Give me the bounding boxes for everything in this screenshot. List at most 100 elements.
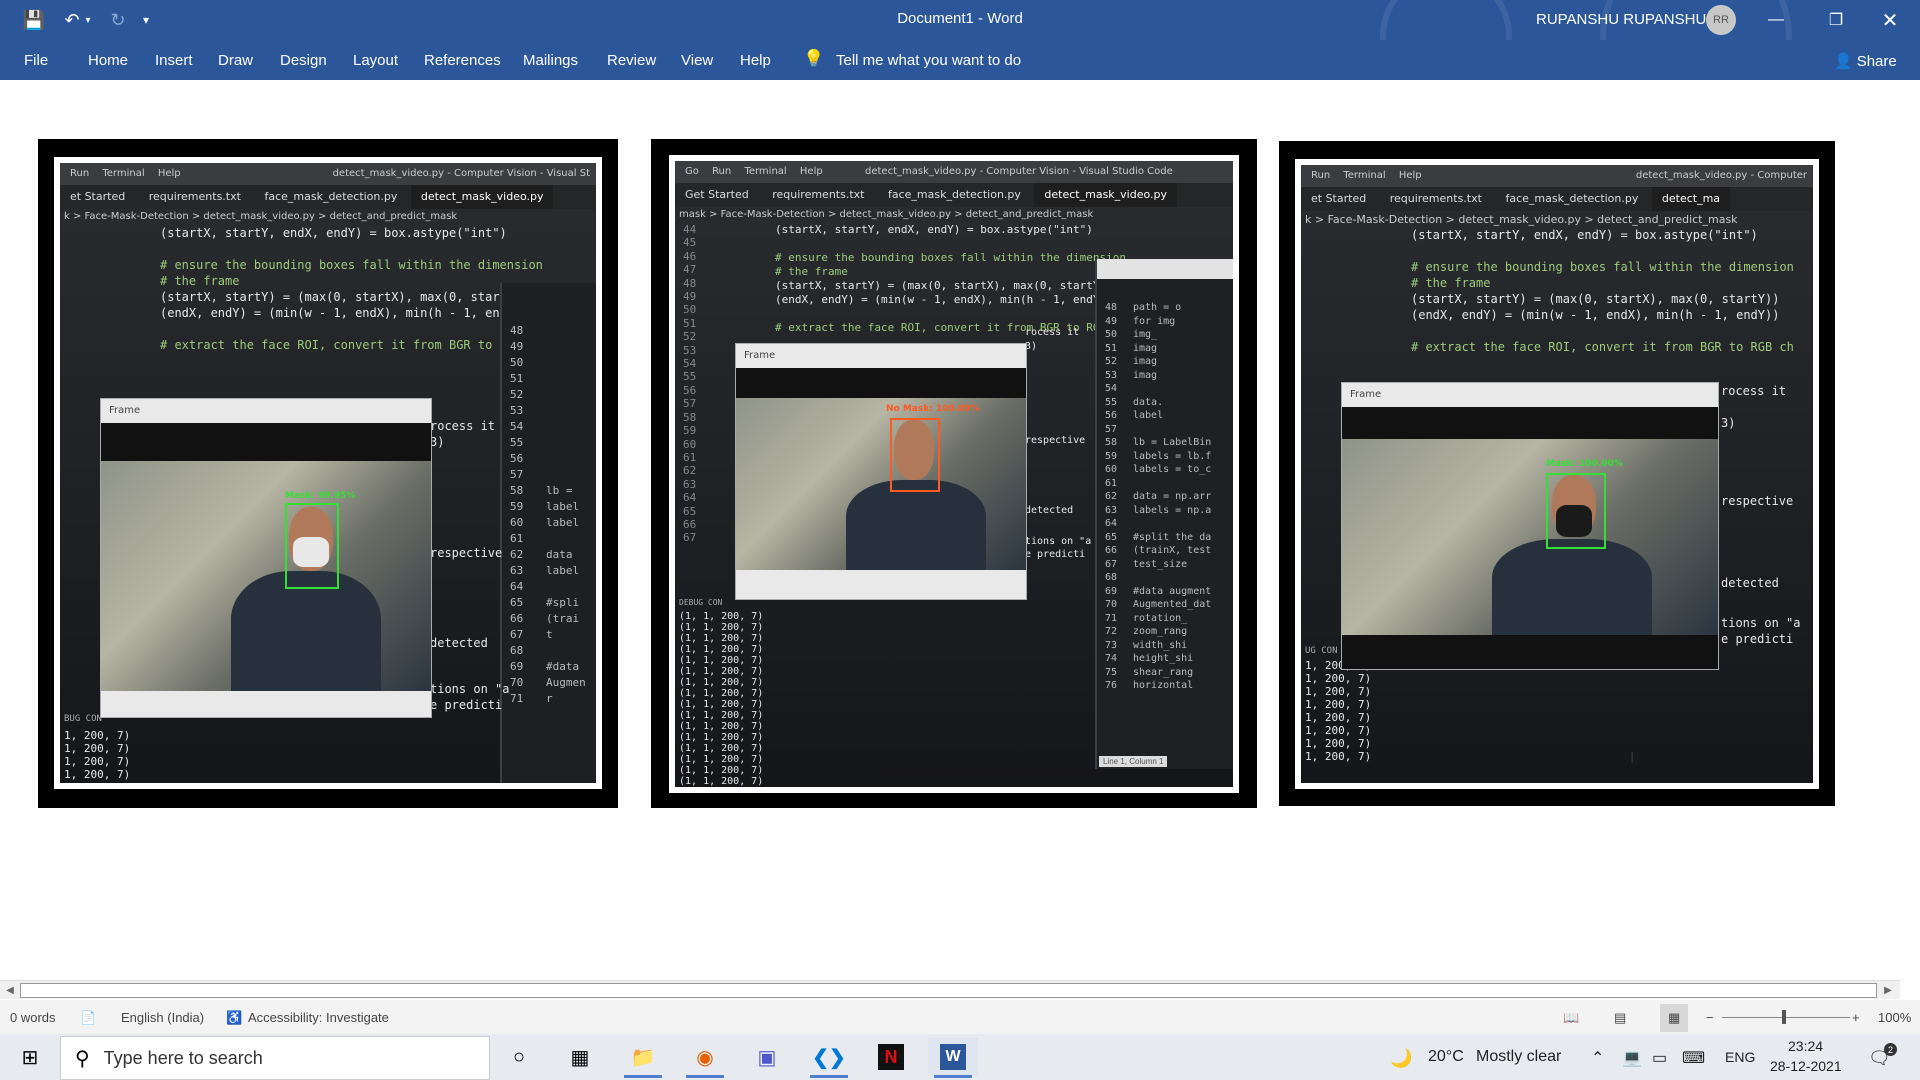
weather-condition[interactable]: Mostly clear xyxy=(1476,1048,1561,1066)
editor-tab: et Started xyxy=(70,190,126,203)
debug-console-label: UG CON xyxy=(1305,646,1338,656)
netflix-icon[interactable]: N xyxy=(866,1038,916,1076)
windows-taskbar: ⊞ ⚲ Type here to search ○ ▦ 📁 ◉ ▣ ❮❯ N W… xyxy=(0,1034,1920,1080)
language-indicator[interactable]: English (India) xyxy=(121,1010,204,1025)
clock-date[interactable]: 28-12-2021 xyxy=(1770,1058,1842,1074)
input-language[interactable]: ENG xyxy=(1725,1049,1755,1065)
word-count[interactable]: 0 words xyxy=(10,1010,56,1025)
file-explorer-icon[interactable]: 📁 xyxy=(618,1038,668,1078)
network-icon[interactable]: 💻 xyxy=(1622,1048,1642,1068)
editor-tab-active: detect_ma xyxy=(1651,187,1731,211)
text-cursor-icon: I xyxy=(1630,750,1635,767)
code-snippets: respective xyxy=(430,546,503,560)
document-canvas[interactable]: Run Terminal Help detect_mask_video.py -… xyxy=(0,80,1920,980)
debug-console-output: (1, 1, 200, 7) (1, 1, 200, 7) (1, 1, 200, … xyxy=(679,611,764,787)
tab-draw[interactable]: Draw xyxy=(218,52,253,69)
debug-console-output: 1, 200, 7) 1, 200, 7) 1, 200, 7) 1, 200, 7)… xyxy=(1305,659,1372,763)
accessibility-icon[interactable]: ♿ xyxy=(226,1010,242,1026)
opencv-frame-window: Frame No Mask: 100.00% xyxy=(735,343,1027,600)
tab-help[interactable]: Help xyxy=(740,52,771,69)
keyboard-icon[interactable]: ⌨ xyxy=(1682,1048,1705,1068)
horizontal-scrollbar[interactable]: ◀ ▶ xyxy=(0,980,1900,999)
vscode-screenshot: Run Terminal Help detect_mask_video.py -… xyxy=(60,163,596,783)
editor-tab: requirements.txt xyxy=(772,188,865,201)
tab-view[interactable]: View xyxy=(681,52,713,69)
redo-icon[interactable]: ↻ xyxy=(102,0,134,40)
vscode-icon[interactable]: ❮❯ xyxy=(804,1038,854,1078)
scrollbar-thumb[interactable] xyxy=(20,983,1877,998)
vscode-window-title: detect_mask_video.py - Computer Vision -… xyxy=(865,166,1173,177)
undo-dropdown-icon[interactable]: ▾ xyxy=(80,0,96,40)
taskbar-search[interactable]: ⚲ Type here to search xyxy=(60,1036,490,1080)
windows-start-icon[interactable]: ⊞ xyxy=(5,1038,55,1076)
inserted-photo-2[interactable]: Go Run Terminal Help detect_mask_video.p… xyxy=(651,139,1257,808)
search-icon: ⚲ xyxy=(75,1047,90,1070)
accessibility-status[interactable]: Accessibility: Investigate xyxy=(248,1010,389,1025)
tab-layout[interactable]: Layout xyxy=(353,52,398,69)
print-layout-icon[interactable]: ▤ xyxy=(1614,1010,1626,1026)
scroll-left-icon[interactable]: ◀ xyxy=(2,982,18,998)
zoom-slider-track[interactable] xyxy=(1722,1017,1850,1018)
tab-file[interactable]: File xyxy=(24,52,48,69)
customize-quick-access-icon[interactable]: ▾ xyxy=(138,0,154,40)
frame-black-band xyxy=(101,423,431,461)
zoom-level[interactable]: 100% xyxy=(1878,1010,1911,1025)
editor-tab-active: detect_mask_video.py xyxy=(410,185,554,209)
side-editor: 48 49 50 51 52 53 54 55 56 57 58 59 60 6… xyxy=(500,283,596,783)
weather-temperature[interactable]: 20°C xyxy=(1428,1048,1464,1066)
firefox-icon[interactable]: ◉ xyxy=(680,1038,730,1078)
task-view-icon[interactable]: ▦ xyxy=(555,1038,605,1076)
menu-run: Run xyxy=(70,168,90,179)
tab-insert[interactable]: Insert xyxy=(155,52,193,69)
menu-help: Help xyxy=(1398,170,1422,181)
ribbon-tabs: File Home Insert Draw Design Layout Refe… xyxy=(0,40,1920,80)
tell-me-search[interactable]: Tell me what you want to do xyxy=(836,52,1021,69)
tab-review[interactable]: Review xyxy=(607,52,656,69)
teams-icon[interactable]: ▣ xyxy=(742,1038,792,1076)
code-snippets: rocess it​3) xyxy=(1721,384,1787,430)
zoom-in-icon[interactable]: + xyxy=(1852,1010,1860,1025)
show-hidden-icons[interactable]: ⌃ xyxy=(1591,1048,1604,1068)
person-body xyxy=(846,480,986,570)
code-block: (startX, startY, endX, endY) = box.astyp… xyxy=(775,223,1126,334)
zoom-out-icon[interactable]: − xyxy=(1706,1010,1714,1025)
inserted-photo-3[interactable]: Run Terminal Help detect_mask_video.py -… xyxy=(1279,141,1835,806)
code-snippets: rocess it 3) xyxy=(1025,327,1080,352)
opencv-frame-window: Frame Mask: 100.00% xyxy=(1341,382,1719,670)
save-icon[interactable]: 💾 xyxy=(18,0,50,40)
restore-icon[interactable]: ❐ xyxy=(1806,0,1866,40)
title-bar: 💾 ↶ ▾ ↻ ▾ Document1 - Word RUPANSHU RUPA… xyxy=(0,0,1920,132)
proofing-icon[interactable]: 📄 xyxy=(80,1010,96,1026)
minimize-icon[interactable]: — xyxy=(1746,0,1806,40)
word-taskbar-icon[interactable]: W xyxy=(928,1038,978,1078)
line-numbers: 44 45 46 47 48 49 50 51 52 53 54 55 56 57 58 59 60 61 62 63… xyxy=(683,223,697,545)
weather-moon-icon[interactable]: 🌙 xyxy=(1390,1048,1412,1069)
webcam-feed: Mask: 100.00% xyxy=(1342,439,1718,635)
scroll-right-icon[interactable]: ▶ xyxy=(1880,982,1896,998)
detection-label: Mask: 99.95% xyxy=(285,491,356,501)
frame-black-band xyxy=(1342,407,1718,439)
tab-mailings[interactable]: Mailings xyxy=(523,52,578,69)
menu-run: Run xyxy=(1311,170,1331,181)
close-icon[interactable]: ✕ xyxy=(1860,0,1920,40)
frame-window-title: Frame xyxy=(109,405,141,416)
lightbulb-icon: 💡 xyxy=(803,49,825,68)
avatar[interactable]: RR xyxy=(1706,5,1736,35)
user-name[interactable]: RUPANSHU RUPANSHU xyxy=(1536,11,1706,28)
web-layout-icon[interactable]: ▦ xyxy=(1660,1004,1689,1032)
tab-design[interactable]: Design xyxy=(280,52,327,69)
clock-time[interactable]: 23:24 xyxy=(1788,1038,1823,1054)
zoom-slider-thumb[interactable] xyxy=(1782,1010,1786,1024)
tab-home[interactable]: Home xyxy=(88,52,128,69)
code-snippets: rocess it 3) xyxy=(430,419,496,449)
battery-icon[interactable]: ▭ xyxy=(1652,1048,1667,1068)
search-placeholder: Type here to search xyxy=(103,1047,263,1068)
inserted-photo-1[interactable]: Run Terminal Help detect_mask_video.py -… xyxy=(38,139,618,808)
cortana-icon[interactable]: ○ xyxy=(494,1038,544,1076)
share-button[interactable]: 👤 Share xyxy=(1834,52,1897,71)
tab-references[interactable]: References xyxy=(424,52,501,69)
detection-label: No Mask: 100.00% xyxy=(886,404,980,414)
editor-tab: requirements.txt xyxy=(148,190,241,203)
read-mode-icon[interactable]: 📖 xyxy=(1563,1010,1579,1026)
webcam-feed: No Mask: 100.00% xyxy=(736,398,1026,570)
